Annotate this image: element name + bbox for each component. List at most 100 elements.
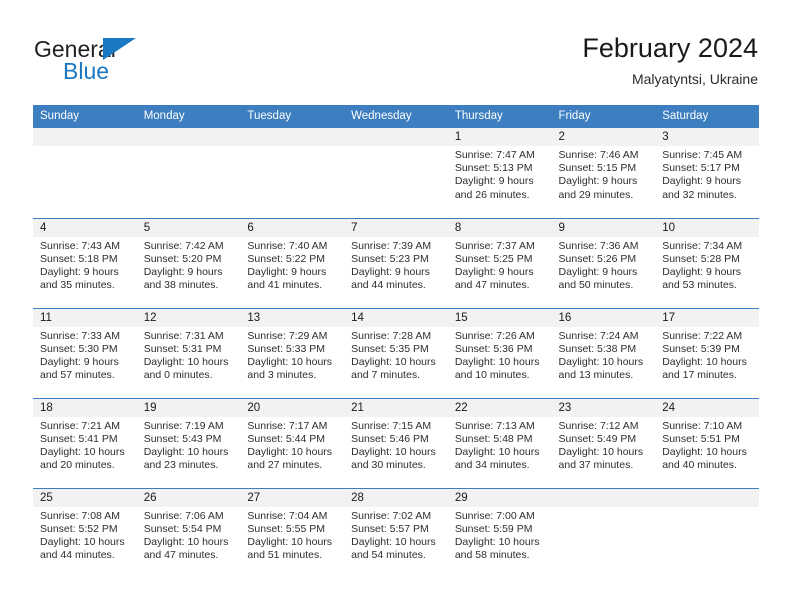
day-cell-29[interactable]: 29 Sunrise: 7:00 AM Sunset: 5:59 PM Dayligh… [447,487,552,578]
day-cell-20[interactable]: 20 Sunrise: 7:17 AM Sunset: 5:44 PM Dayligh… [240,397,345,488]
daylight-duration-line2: and 34 minutes. [454,459,530,472]
daylight-duration-line1: Daylight: 9 hours [40,355,119,368]
day-details: Sunrise: 7:36 AM Sunset: 5:26 PM Daylight:… [552,237,656,293]
day-cell-22[interactable]: 22 Sunrise: 7:13 AM Sunset: 5:48 PM Dayligh… [447,397,552,488]
daylight-duration-line2: and 35 minutes. [40,279,115,292]
daylight-duration-line1: Daylight: 10 hours [247,355,333,368]
day-cell-25[interactable]: 25 Sunrise: 7:08 AM Sunset: 5:52 PM Dayligh… [33,487,137,578]
sunrise-time: Sunrise: 7:10 AM [662,419,743,432]
day-number: 24 [655,398,759,417]
day-cell-26[interactable]: 26 Sunrise: 7:06 AM Sunset: 5:54 PM Dayligh… [136,487,241,578]
day-details: Sunrise: 7:13 AM Sunset: 5:48 PM Daylight:… [448,417,552,473]
day-number: 8 [447,218,552,237]
calendar-body: 1 Sunrise: 7:47 AM Sunset: 5:13 PM Daylight… [33,128,759,578]
day-cell-11[interactable]: 11 Sunrise: 7:33 AM Sunset: 5:30 PM Dayligh… [33,307,137,398]
day-cell-9[interactable]: 9 Sunrise: 7:36 AM Sunset: 5:26 PM Daylight… [551,217,656,308]
day-details: Sunrise: 7:28 AM Sunset: 5:35 PM Daylight:… [344,327,448,383]
daylight-duration-line1: Daylight: 10 hours [558,355,644,368]
sunrise-time: Sunrise: 7:42 AM [143,239,224,252]
day-cell-13[interactable]: 13 Sunrise: 7:29 AM Sunset: 5:33 PM Dayligh… [240,307,345,398]
day-number: 1 [447,128,552,146]
daylight-duration-line2: and 10 minutes. [454,369,530,382]
sunset-time: Sunset: 5:23 PM [351,252,429,265]
day-cell-12[interactable]: 12 Sunrise: 7:31 AM Sunset: 5:31 PM Dayligh… [136,307,241,398]
sunset-time: Sunset: 5:31 PM [143,342,222,355]
day-cell-6[interactable]: 6 Sunrise: 7:40 AM Sunset: 5:22 PM Daylight… [240,217,345,308]
daylight-duration-line2: and 57 minutes. [40,369,115,382]
daylight-duration-line2: and 41 minutes. [247,279,323,292]
day-cell-4[interactable]: 4 Sunrise: 7:43 AM Sunset: 5:18 PM Daylight… [33,217,137,308]
day-cell-21[interactable]: 21 Sunrise: 7:15 AM Sunset: 5:46 PM Dayligh… [344,397,448,488]
daylight-duration-line1: Daylight: 9 hours [247,265,327,278]
day-number: 21 [344,398,448,417]
sunset-time: Sunset: 5:15 PM [558,162,637,175]
daylight-duration-line2: and 50 minutes. [558,279,634,292]
day-details: Sunrise: 7:00 AM Sunset: 5:59 PM Daylight:… [448,507,552,563]
sunrise-time: Sunrise: 7:21 AM [40,419,120,432]
daylight-duration-line1: Daylight: 9 hours [143,265,223,278]
day-cell-16[interactable]: 16 Sunrise: 7:24 AM Sunset: 5:38 PM Dayligh… [551,307,656,398]
daylight-duration-line2: and 37 minutes. [558,459,634,472]
day-cell-7[interactable]: 7 Sunrise: 7:39 AM Sunset: 5:23 PM Daylight… [344,217,448,308]
daylight-duration-line2: and 3 minutes. [247,369,317,382]
day-cell-15[interactable]: 15 Sunrise: 7:26 AM Sunset: 5:36 PM Dayligh… [447,307,552,398]
daylight-duration-line1: Daylight: 10 hours [351,535,436,548]
day-details: Sunrise: 7:42 AM Sunset: 5:20 PM Daylight:… [137,237,241,293]
day-details: Sunrise: 7:24 AM Sunset: 5:38 PM Daylight:… [552,327,656,383]
day-cell-18[interactable]: 18 Sunrise: 7:21 AM Sunset: 5:41 PM Dayligh… [33,397,137,488]
day-cell-17[interactable]: 17 Sunrise: 7:22 AM Sunset: 5:39 PM Dayligh… [655,307,759,398]
daylight-duration-line1: Daylight: 10 hours [40,445,125,458]
day-cell-empty [33,128,137,218]
sunrise-time: Sunrise: 7:02 AM [351,509,432,522]
sunrise-time: Sunrise: 7:13 AM [454,419,535,432]
weekday-header-saturday: Saturday [655,105,759,128]
day-details: Sunrise: 7:22 AM Sunset: 5:39 PM Daylight:… [655,327,759,383]
sunset-time: Sunset: 5:49 PM [558,432,637,445]
general-blue-logo[interactable]: General Blue [34,36,254,88]
sunrise-time: Sunrise: 7:15 AM [351,419,432,432]
day-cell-14[interactable]: 14 Sunrise: 7:28 AM Sunset: 5:35 PM Dayligh… [344,307,448,398]
daylight-duration-line2: and 23 minutes. [143,459,219,472]
daylight-duration-line2: and 54 minutes. [351,549,426,562]
day-number: 15 [447,308,552,327]
day-cell-empty [240,128,345,218]
daylight-duration-line2: and 44 minutes. [351,279,426,292]
sunrise-time: Sunrise: 7:06 AM [143,509,224,522]
sunset-time: Sunset: 5:20 PM [143,252,222,265]
day-cell-1[interactable]: 1 Sunrise: 7:47 AM Sunset: 5:13 PM Daylight… [447,128,552,218]
day-cell-28[interactable]: 28 Sunrise: 7:02 AM Sunset: 5:57 PM Dayligh… [344,487,448,578]
day-cell-27[interactable]: 27 Sunrise: 7:04 AM Sunset: 5:55 PM Dayligh… [240,487,345,578]
sunrise-time: Sunrise: 7:00 AM [454,509,535,522]
calendar-week-row: 1 Sunrise: 7:47 AM Sunset: 5:13 PM Daylight… [33,128,759,218]
daylight-duration-line2: and 40 minutes. [662,459,737,472]
sunset-time: Sunset: 5:22 PM [247,252,326,265]
day-number: 16 [551,308,656,327]
sunset-time: Sunset: 5:39 PM [662,342,740,355]
sunrise-time: Sunrise: 7:04 AM [247,509,328,522]
day-cell-empty [551,487,656,578]
day-cell-23[interactable]: 23 Sunrise: 7:12 AM Sunset: 5:49 PM Dayligh… [551,397,656,488]
daylight-duration-line2: and 58 minutes. [454,549,530,562]
weekday-header-thursday: Thursday [447,105,552,128]
day-cell-8[interactable]: 8 Sunrise: 7:37 AM Sunset: 5:25 PM Daylight… [447,217,552,308]
daylight-duration-line1: Daylight: 10 hours [40,535,125,548]
daylight-duration-line1: Daylight: 9 hours [558,175,638,188]
day-details: Sunrise: 7:34 AM Sunset: 5:28 PM Daylight:… [655,237,759,293]
sunset-time: Sunset: 5:46 PM [351,432,429,445]
day-cell-2[interactable]: 2 Sunrise: 7:46 AM Sunset: 5:15 PM Daylight… [551,128,656,218]
day-number: 10 [655,218,759,237]
daylight-duration-line2: and 29 minutes. [558,188,634,201]
day-cell-24[interactable]: 24 Sunrise: 7:10 AM Sunset: 5:51 PM Dayligh… [655,397,759,488]
daylight-duration-line1: Daylight: 10 hours [662,355,747,368]
day-cell-10[interactable]: 10 Sunrise: 7:34 AM Sunset: 5:28 PM Dayligh… [655,217,759,308]
sunrise-time: Sunrise: 7:26 AM [454,329,535,342]
daylight-duration-line2: and 13 minutes. [558,369,634,382]
daylight-duration-line2: and 0 minutes. [143,369,213,382]
day-cell-5[interactable]: 5 Sunrise: 7:42 AM Sunset: 5:20 PM Daylight… [136,217,241,308]
calendar-week-row: 25 Sunrise: 7:08 AM Sunset: 5:52 PM Dayligh… [33,487,759,578]
day-cell-19[interactable]: 19 Sunrise: 7:19 AM Sunset: 5:43 PM Dayligh… [136,397,241,488]
sunset-time: Sunset: 5:59 PM [454,522,533,535]
day-cell-3[interactable]: 3 Sunrise: 7:45 AM Sunset: 5:17 PM Daylight… [655,128,759,218]
daylight-duration-line2: and 38 minutes. [143,279,219,292]
sunrise-time: Sunrise: 7:47 AM [454,149,535,161]
